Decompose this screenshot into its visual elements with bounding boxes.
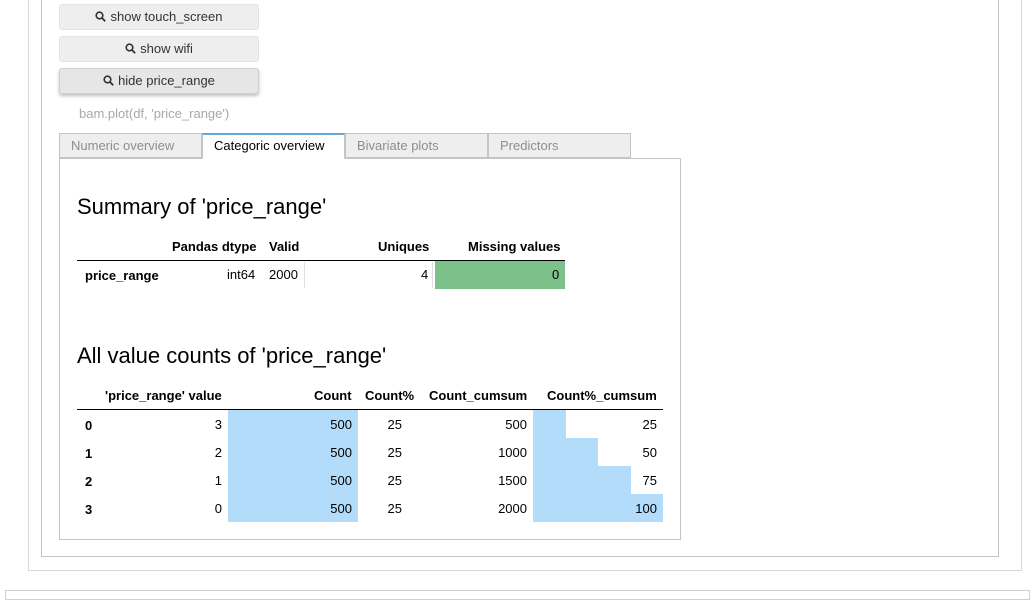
column-separator xyxy=(304,262,305,288)
missing-value: 0 xyxy=(552,267,560,282)
value-counts-title: All value counts of 'price_range' xyxy=(77,343,387,368)
header-value: 'price_range' value xyxy=(105,388,222,403)
value-cell: 1 xyxy=(214,473,222,488)
search-icon xyxy=(103,70,114,86)
count-pct-cumsum-cell: 25 xyxy=(642,417,657,432)
count-pct-cell: 25 xyxy=(387,501,402,516)
value-cell: 3 xyxy=(214,417,222,432)
show-touch-screen-button[interactable]: show touch_screen xyxy=(59,4,259,30)
uniques-value: 4 xyxy=(421,267,429,282)
button-label: show wifi xyxy=(140,41,193,56)
header-count-pct-cumsum: Count%_cumsum xyxy=(547,388,657,403)
value-counts-header-rule xyxy=(77,409,663,410)
column-separator xyxy=(432,262,433,288)
row-index: 3 xyxy=(85,502,93,517)
count-cell: 500 xyxy=(330,417,352,432)
header-count-cumsum: Count_cumsum xyxy=(429,388,528,403)
show-wifi-button[interactable]: show wifi xyxy=(59,36,259,62)
count-pct-cumsum-cell: 75 xyxy=(642,473,657,488)
row-index: 1 xyxy=(85,446,93,461)
row-index: 2 xyxy=(85,474,93,489)
missing-values-bar xyxy=(435,261,565,289)
count-pct-cell: 25 xyxy=(387,445,402,460)
dtype-value: int64 xyxy=(227,267,256,282)
count-cell: 500 xyxy=(330,501,352,516)
count-cumsum-cell: 1500 xyxy=(498,473,527,488)
value-cell: 2 xyxy=(214,445,222,460)
pct-cumsum-bar xyxy=(533,466,631,494)
count-pct-cumsum-cell: 100 xyxy=(635,501,657,516)
next-cell-edge xyxy=(5,590,1030,600)
tab-numeric-overview[interactable]: Numeric overview xyxy=(59,133,202,158)
count-cumsum-cell: 500 xyxy=(505,417,527,432)
count-pct-cumsum-cell: 50 xyxy=(642,445,657,460)
count-cell: 500 xyxy=(330,473,352,488)
count-pct-cell: 25 xyxy=(387,417,402,432)
pct-cumsum-bar xyxy=(533,438,598,466)
hide-price-range-button[interactable]: hide price_range xyxy=(59,68,259,94)
tab-predictors[interactable]: Predictors xyxy=(488,133,631,158)
code-line: bam.plot(df, 'price_range') xyxy=(79,106,230,121)
valid-value: 2000 xyxy=(269,267,298,282)
header-count-pct: Count% xyxy=(365,388,415,403)
button-label: show touch_screen xyxy=(110,9,223,24)
count-pct-cell: 25 xyxy=(387,473,402,488)
tab-categoric-overview[interactable]: Categoric overview xyxy=(202,133,345,159)
search-icon xyxy=(95,6,107,22)
header-uniques: Uniques xyxy=(378,239,430,254)
count-cumsum-cell: 1000 xyxy=(498,445,527,460)
header-valid: Valid xyxy=(269,239,300,254)
header-dtype: Pandas dtype xyxy=(172,239,257,254)
header-missing: Missing values xyxy=(468,239,561,254)
search-icon xyxy=(125,38,136,54)
count-cell: 500 xyxy=(330,445,352,460)
header-count: Count xyxy=(314,388,352,403)
value-cell: 0 xyxy=(214,501,222,516)
row-index: 0 xyxy=(85,418,93,433)
pct-cumsum-bar xyxy=(533,410,566,438)
summary-title: Summary of 'price_range' xyxy=(77,194,327,219)
row-label-price-range: price_range xyxy=(85,268,159,283)
tab-bivariate-plots[interactable]: Bivariate plots xyxy=(345,133,488,158)
button-label: hide price_range xyxy=(118,73,215,88)
count-cumsum-cell: 2000 xyxy=(498,501,527,516)
